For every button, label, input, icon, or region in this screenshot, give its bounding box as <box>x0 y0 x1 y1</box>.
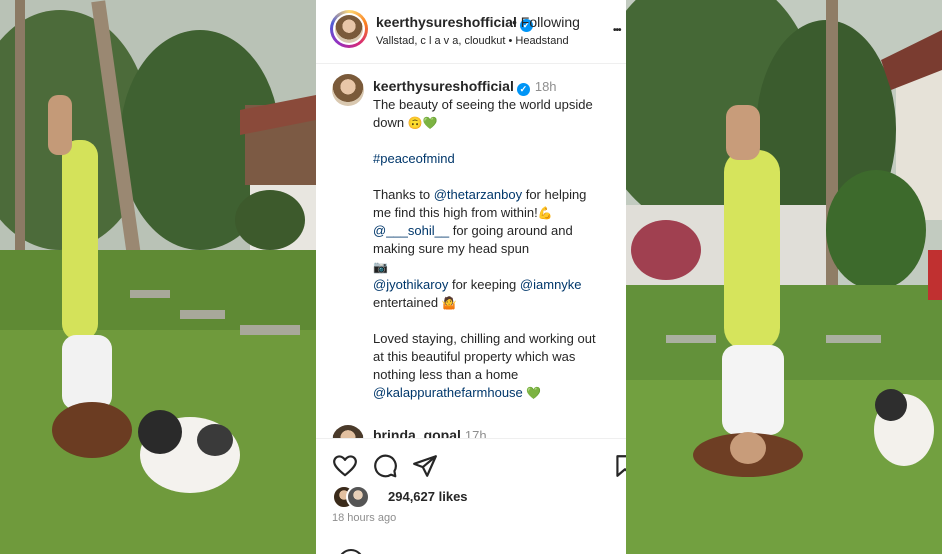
mention-link[interactable]: @iamnyke <box>520 277 582 292</box>
caption-line <box>373 168 621 186</box>
verified-badge-icon: ✓ <box>516 83 530 96</box>
caption-line: @kalappurathefarmhouse 💚 <box>373 384 621 402</box>
caption-area: keerthysureshofficial ✓ 18h The beauty of … <box>316 64 626 438</box>
caption-line: @jyothikaroy for keeping @iamnyke <box>373 276 621 294</box>
post-image-right <box>626 0 942 554</box>
mention-link[interactable]: @jyothikaroy <box>373 277 448 292</box>
post-image-left <box>0 0 316 554</box>
follow-status[interactable]: • Following <box>512 14 580 30</box>
caption-line: entertained 🤷 <box>373 294 621 312</box>
heart-icon[interactable] <box>332 453 358 479</box>
likes-count-value[interactable]: 294,627 <box>388 489 435 504</box>
caption-line: 📷 <box>373 258 621 276</box>
post-actions: 294,627 likes 18 hours ago <box>316 438 626 554</box>
mention-link[interactable]: @kalappurathefarmhouse <box>373 385 523 400</box>
author-username[interactable]: keerthysureshofficial ✓ <box>376 14 533 32</box>
post-timestamp[interactable]: 18 hours ago <box>332 512 396 524</box>
caption-line: The beauty of seeing the world upside <box>373 97 593 112</box>
follow-separator: • <box>512 14 517 30</box>
comment-author-username[interactable]: brinda_gopal <box>373 427 461 438</box>
mention-link[interactable]: @___sohil__ <box>373 223 449 238</box>
likes-count[interactable]: 294,627 likes <box>388 489 468 504</box>
caption-line-text: for keeping <box>451 277 517 292</box>
hashtag-link[interactable]: #peaceofmind <box>373 151 455 166</box>
caption-line: at this beautiful property which was <box>373 349 576 364</box>
caption-time[interactable]: 18h <box>535 79 557 94</box>
caption-line: making sure my head spun <box>373 241 530 256</box>
bookmark-icon[interactable] <box>612 453 626 479</box>
headstand-photo-left <box>0 0 316 554</box>
follow-status-label[interactable]: Following <box>521 14 580 30</box>
caption-line: @___sohil__ for going around and <box>373 222 621 240</box>
caption-line: me find this high from within!💪 <box>373 204 621 222</box>
post-header: keerthysureshofficial ✓ • Following Valls… <box>316 0 626 64</box>
green-heart-emoji-icon: 💚 <box>526 386 542 400</box>
author-avatar[interactable] <box>330 10 368 48</box>
liker-avatar[interactable] <box>346 485 370 509</box>
caption-line-text: for helping <box>525 187 587 202</box>
caption-line-text: me find this high from within! <box>373 205 538 220</box>
likes-label[interactable]: likes <box>439 489 468 504</box>
comment-icon[interactable] <box>372 453 398 479</box>
caption-line: Loved staying, chilling and working out <box>373 331 596 346</box>
more-options-label[interactable]: ••• <box>613 25 621 36</box>
caption-author-avatar[interactable] <box>332 74 364 106</box>
caption-line: #peaceofmind <box>373 150 621 168</box>
post-location-audio[interactable]: Vallstad, c l a v a, cloudkut • Headstan… <box>376 35 569 47</box>
author-username-text[interactable]: keerthysureshofficial <box>376 14 517 30</box>
caption-text: The beauty of seeing the world upside do… <box>373 96 621 402</box>
comment-author: brinda_gopal 17h <box>373 427 487 438</box>
camera-emoji-icon: 📷 <box>373 260 388 274</box>
caption-line: nothing less than a home <box>373 367 519 382</box>
green-heart-emoji-icon: 💚 <box>422 116 438 130</box>
caption-line <box>373 312 621 330</box>
emoji-picker-icon[interactable] <box>338 549 364 554</box>
headstand-photo-right <box>626 0 942 554</box>
caption-line-text: for going around and <box>452 223 573 238</box>
post-panel: keerthysureshofficial ✓ • Following Valls… <box>316 0 626 554</box>
mention-link[interactable]: @thetarzanboy <box>434 187 522 202</box>
comment-time: 17h <box>464 428 487 438</box>
caption-line-text: down <box>373 115 405 130</box>
share-icon[interactable] <box>412 453 438 479</box>
more-options-icon[interactable]: ••• <box>613 20 621 38</box>
flexed-biceps-emoji-icon: 💪 <box>537 206 553 220</box>
commenter-avatar[interactable] <box>332 425 364 438</box>
caption-line <box>373 132 621 150</box>
upside-down-face-emoji-icon: 🙃 <box>407 116 423 130</box>
person-shrugging-emoji-icon: 🤷 <box>441 296 457 310</box>
caption-line-text: Thanks to <box>373 187 431 202</box>
caption-line: down 🙃💚 <box>373 114 621 132</box>
caption-line: Thanks to @thetarzanboy for helping <box>373 186 621 204</box>
caption-line-text: entertained <box>373 295 439 310</box>
caption-author: keerthysureshofficial ✓ 18h <box>373 78 557 96</box>
caption-author-username[interactable]: keerthysureshofficial <box>373 78 514 94</box>
